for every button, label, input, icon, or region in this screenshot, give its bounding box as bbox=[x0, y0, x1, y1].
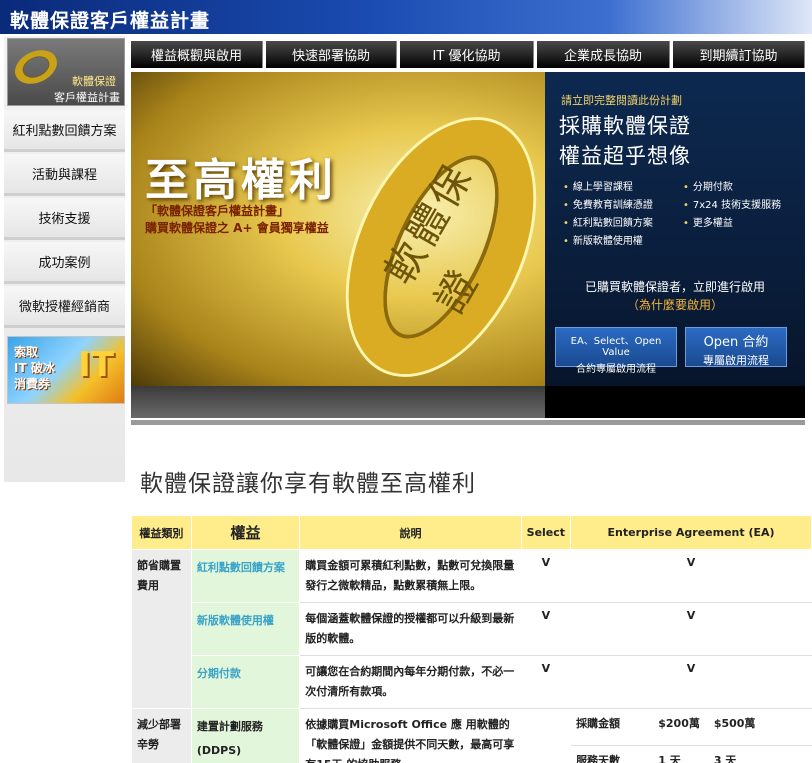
ea-mark: V bbox=[570, 602, 812, 656]
hero-banner: 軟體保證 至高權利 「軟體保證客戶權益計畫」 購買軟體保證之 A+ 會員獨享權益… bbox=[131, 72, 805, 418]
tab-label: 到期續訂協助 bbox=[699, 49, 778, 64]
select-mark: V bbox=[520, 655, 572, 709]
activation-note: 已購買軟體保證者，立即進行啟用 bbox=[584, 280, 765, 294]
tab-business-growth[interactable]: 企業成長協助 bbox=[537, 41, 670, 68]
why-activate-link[interactable]: （為什麼要啟用） bbox=[545, 296, 805, 313]
divider bbox=[131, 420, 805, 425]
select-empty bbox=[520, 708, 572, 763]
it-voucher-promo[interactable]: 索取 IT 破冰 消費券 IT bbox=[7, 336, 125, 404]
header-description: 說明 bbox=[299, 515, 522, 550]
tab-overview[interactable]: 權益概觀與啟用 bbox=[131, 41, 263, 68]
logo-line1: 軟體保證 bbox=[72, 75, 116, 88]
banner-footer-bar bbox=[131, 386, 545, 418]
table-row: 節省購置費用 紅利點數回饋方案 購買金額可累積紅利點數，點數可兌換限量發行之微軟… bbox=[131, 549, 812, 709]
page-header: 軟體保證客戶權益計畫 bbox=[0, 0, 812, 34]
banner-pre-text: 請立即完整閱讀此份計劃 bbox=[561, 94, 682, 107]
header-category: 權益類別 bbox=[131, 515, 192, 550]
tab-label: 企業成長協助 bbox=[563, 49, 642, 64]
tab-label: 權益概觀與啟用 bbox=[150, 49, 242, 64]
button-line1: Open 合約 bbox=[703, 335, 769, 350]
sidebar-item-label: 技術支援 bbox=[38, 212, 91, 227]
header-benefit: 權益 bbox=[190, 515, 301, 550]
main-nav: 權益概觀與啟用 快速部署協助 IT 優化協助 企業成長協助 到期續訂協助 bbox=[131, 41, 805, 68]
sub-label: 採購金額 bbox=[570, 708, 654, 746]
feature-item: 新版軟體使用權 bbox=[563, 232, 643, 247]
row-category: 節省購置費用 bbox=[131, 549, 192, 709]
banner-info-title-2: 權益超乎想像 bbox=[559, 144, 691, 168]
select-mark: V bbox=[520, 549, 572, 603]
ea-select-activation-button[interactable]: EA、Select、Open Value 合約專屬啟用流程 bbox=[555, 327, 677, 375]
ea-mark: V bbox=[570, 655, 812, 709]
header-select: Select bbox=[520, 515, 572, 550]
benefit-link[interactable]: 紅利點數回饋方案 bbox=[190, 549, 301, 603]
table-row: 減少部署辛勞 建置計劃服務 (DDPS) 依據購買Microsoft Offic… bbox=[131, 708, 812, 763]
sub-label: 服務天數 bbox=[570, 744, 654, 763]
banner-footer-dark bbox=[545, 386, 805, 418]
row-description: 購買金額可累積紅利點數，點數可兌換限量發行之微軟精品，點數累積無上限。 bbox=[299, 549, 522, 603]
sidebar-item-resellers[interactable]: 微軟授權經銷商 bbox=[4, 286, 125, 328]
ea-mark: V bbox=[570, 549, 812, 603]
promo-line3: 消費券 bbox=[14, 377, 51, 391]
banner-info-panel: 請立即完整閱讀此份計劃 採購軟體保證 權益超乎想像 線上學習課程 分期付款 免費… bbox=[545, 72, 805, 386]
feature-item: 紅利點數回饋方案 bbox=[563, 214, 653, 229]
sub-value: $500萬 bbox=[707, 708, 812, 746]
sidebar: 軟體保證 客戶權益計畫 紅利點數回饋方案 活動與課程 技術支援 成功案例 微軟授… bbox=[4, 36, 125, 482]
benefit-name: 建置計劃服務 (DDPS) bbox=[190, 708, 301, 763]
row-description: 每個涵蓋軟體保證的授權都可以升級到最新版的軟體。 bbox=[299, 602, 522, 656]
promo-line1: 索取 bbox=[14, 345, 39, 359]
sidebar-item-label: 活動與課程 bbox=[31, 168, 97, 183]
banner-subtitle-1: 「軟體保證客戶權益計畫」 bbox=[145, 204, 290, 218]
sidebar-item-label: 微軟授權經銷商 bbox=[18, 300, 110, 315]
benefit-link[interactable]: 新版軟體使用權 bbox=[190, 602, 301, 656]
ring-icon bbox=[9, 43, 63, 91]
header-title: 軟體保證客戶權益計畫 bbox=[10, 10, 211, 32]
banner-visual: 軟體保證 至高權利 「軟體保證客戶權益計畫」 購買軟體保證之 A+ 會員獨享權益 bbox=[131, 72, 545, 386]
benefit-link[interactable]: 分期付款 bbox=[190, 655, 301, 709]
button-line2: 專屬啟用流程 bbox=[703, 354, 769, 367]
sidebar-item-tech-support[interactable]: 技術支援 bbox=[4, 198, 125, 240]
banner-subtitle-2: 購買軟體保證之 A+ 會員獨享權益 bbox=[145, 221, 329, 235]
feature-item: 分期付款 bbox=[683, 178, 733, 193]
sidebar-item-bonus-points[interactable]: 紅利點數回饋方案 bbox=[4, 110, 125, 152]
tab-it-optimize[interactable]: IT 優化協助 bbox=[400, 41, 534, 68]
sub-value: 1 天 bbox=[652, 744, 709, 763]
feature-item: 免費教育訓練憑證 bbox=[563, 196, 653, 211]
banner-headline: 至高權利 bbox=[145, 155, 337, 206]
table-row: 新版軟體使用權 每個涵蓋軟體保證的授權都可以升級到最新版的軟體。 V V bbox=[132, 602, 812, 656]
tab-label: 快速部署協助 bbox=[291, 49, 370, 64]
table-row: 分期付款 可讓您在合約期間內每年分期付款，不必一次付清所有款項。 V V bbox=[132, 655, 812, 709]
tab-label: IT 優化協助 bbox=[432, 49, 501, 64]
logo-line2: 客戶權益計畫 bbox=[54, 91, 120, 104]
sidebar-item-case-studies[interactable]: 成功案例 bbox=[4, 242, 125, 284]
benefits-table: 權益類別 權益 說明 Select Enterprise Agreement (… bbox=[131, 515, 812, 763]
sub-value: 3 天 bbox=[707, 744, 812, 763]
row-category: 減少部署辛勞 bbox=[131, 708, 192, 763]
open-activation-button[interactable]: Open 合約 專屬啟用流程 bbox=[685, 327, 787, 367]
program-logo[interactable]: 軟體保證 客戶權益計畫 bbox=[7, 38, 125, 106]
select-mark: V bbox=[520, 602, 572, 656]
row-description: 可讓您在合約期間內每年分期付款，不必一次付清所有款項。 bbox=[299, 655, 522, 709]
feature-item: 7x24 技術支援服務 bbox=[683, 196, 781, 211]
sidebar-item-label: 紅利點數回饋方案 bbox=[12, 124, 117, 139]
table-header-row: 權益類別 權益 說明 Select Enterprise Agreement (… bbox=[131, 515, 812, 550]
row-description: 依據購買Microsoft Office 應 用軟體的「軟體保證」金額提供不同天… bbox=[299, 708, 522, 763]
sub-value: $200萬 bbox=[652, 708, 709, 746]
section-title: 軟體保證讓你享有軟體至高權利 bbox=[140, 471, 476, 497]
feature-item: 線上學習課程 bbox=[563, 178, 633, 193]
promo-line2: IT 破冰 bbox=[14, 361, 55, 375]
tab-renewal[interactable]: 到期續訂協助 bbox=[673, 41, 805, 68]
banner-info-title-1: 採購軟體保證 bbox=[559, 114, 691, 138]
button-line2: 合約專屬啟用流程 bbox=[576, 364, 656, 375]
button-line1: EA、Select、Open Value bbox=[570, 336, 662, 358]
promo-big-text: IT bbox=[78, 345, 114, 385]
header-ea: Enterprise Agreement (EA) bbox=[570, 515, 812, 550]
sidebar-item-label: 成功案例 bbox=[38, 256, 91, 271]
sidebar-item-events[interactable]: 活動與課程 bbox=[4, 154, 125, 196]
tab-rapid-deploy[interactable]: 快速部署協助 bbox=[266, 41, 397, 68]
feature-item: 更多權益 bbox=[683, 214, 733, 229]
